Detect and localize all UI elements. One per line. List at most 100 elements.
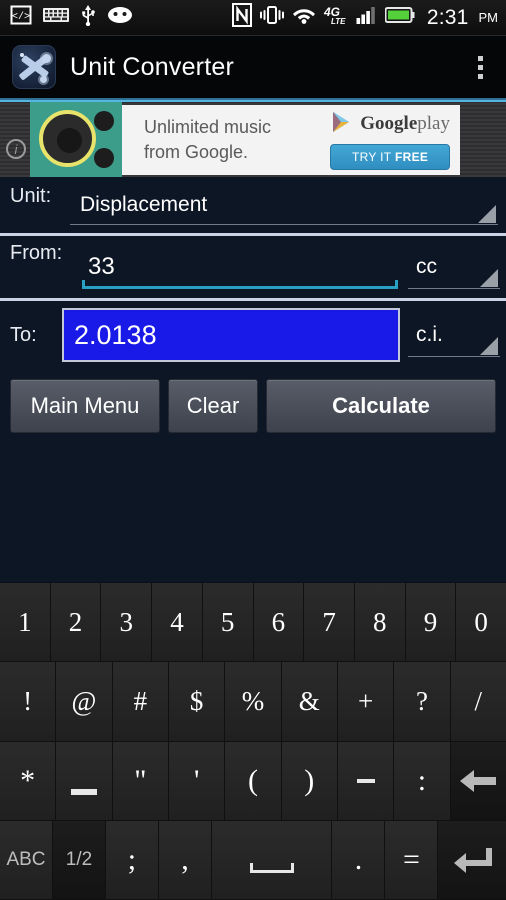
- key-hash[interactable]: #: [112, 662, 169, 742]
- key-at[interactable]: @: [56, 662, 113, 742]
- key-abc[interactable]: ABC: [0, 820, 53, 900]
- on-screen-keyboard[interactable]: 1 2 3 4 5 6 7 8 9 0 ! @ # $ % & + ? / * …: [0, 582, 506, 900]
- usb-icon: [80, 4, 96, 31]
- key-1[interactable]: 1: [0, 583, 51, 663]
- spinner-triangle-icon: [478, 205, 496, 223]
- key-space[interactable]: [211, 820, 333, 900]
- to-unit-spinner[interactable]: c.i.: [408, 313, 500, 357]
- ad-headline-line2: from Google.: [144, 141, 249, 162]
- from-input-underline: [82, 280, 398, 289]
- ad-brand-suffix: play: [417, 113, 450, 134]
- overflow-menu-icon[interactable]: [464, 43, 496, 91]
- status-bar-right-icons: 4G LTE 2:31 PM: [231, 3, 499, 32]
- spinner-triangle-icon: [480, 269, 498, 287]
- speaker-record-icon: [30, 102, 122, 177]
- to-row: To: 2.0138 c.i.: [0, 301, 506, 369]
- from-row: From: 33 cc: [0, 236, 506, 298]
- to-result-value: 2.0138: [74, 319, 157, 350]
- ad-headline-line1: Unlimited music: [144, 117, 272, 138]
- keyboard-row-1: 1 2 3 4 5 6 7 8 9 0: [0, 583, 506, 663]
- from-input[interactable]: 33: [78, 245, 402, 289]
- to-label: To:: [10, 323, 37, 346]
- try-it-free-button[interactable]: TRY IT FREE: [330, 143, 450, 170]
- action-bar: Unit Converter: [0, 36, 506, 98]
- ad-content[interactable]: Unlimited music from Google. Googleplay …: [122, 104, 460, 175]
- key-single-quote[interactable]: ': [168, 741, 226, 821]
- from-unit-spinner[interactable]: cc: [408, 245, 500, 289]
- key-exclamation[interactable]: !: [0, 662, 57, 742]
- unit-spinner[interactable]: Displacement: [70, 185, 498, 225]
- svg-text:</>: </>: [12, 11, 30, 23]
- key-period[interactable]: .: [332, 820, 386, 900]
- key-colon[interactable]: :: [394, 741, 451, 821]
- ad-headline: Unlimited music from Google.: [144, 115, 271, 164]
- key-8[interactable]: 8: [354, 583, 406, 663]
- key-page-toggle[interactable]: 1/2: [52, 820, 106, 900]
- key-backspace[interactable]: [450, 741, 506, 821]
- keyboard-icon: [43, 7, 69, 28]
- status-bar-ampm: PM: [478, 10, 499, 25]
- status-bar-left-icons: </>: [10, 4, 133, 31]
- wifi-icon: [292, 5, 316, 30]
- cta-light: FREE: [395, 149, 429, 164]
- key-double-quote[interactable]: ": [112, 741, 169, 821]
- key-comma[interactable]: ,: [158, 820, 212, 900]
- to-unit-value: c.i.: [416, 322, 443, 346]
- google-play-triangle-icon: [330, 110, 354, 139]
- unit-selected-value: Displacement: [80, 192, 208, 216]
- key-semicolon[interactable]: ;: [105, 820, 159, 900]
- key-close-paren[interactable]: ): [281, 741, 338, 821]
- key-2[interactable]: 2: [50, 583, 102, 663]
- wrench-tools-icon: [12, 45, 56, 89]
- unit-row: Unit: Displacement: [0, 177, 506, 233]
- phone-screen: </> 4G LTE 2:31 PM Unit Converter i Unli…: [0, 0, 506, 900]
- key-hyphen[interactable]: [337, 741, 395, 821]
- ad-banner[interactable]: i Unlimited music from Google. Googlepla…: [0, 102, 506, 177]
- spinner-triangle-icon: [480, 337, 498, 355]
- key-enter[interactable]: [438, 820, 506, 900]
- key-open-paren[interactable]: (: [225, 741, 282, 821]
- code-brackets-icon: </>: [10, 4, 32, 31]
- keyboard-row-2: ! @ # $ % & + ? /: [0, 662, 506, 742]
- key-slash[interactable]: /: [450, 662, 506, 742]
- key-question[interactable]: ?: [394, 662, 451, 742]
- from-unit-value: cc: [416, 254, 437, 278]
- button-bar: Main Menu Clear Calculate: [0, 369, 506, 433]
- calculate-button[interactable]: Calculate: [266, 379, 496, 433]
- svg-text:LTE: LTE: [331, 17, 346, 26]
- keyboard-row-3: * " ' ( ) :: [0, 741, 506, 821]
- status-bar: </> 4G LTE 2:31 PM: [0, 0, 506, 36]
- to-result-field[interactable]: 2.0138: [62, 308, 400, 362]
- unit-label: Unit:: [10, 185, 52, 207]
- keyboard-row-4: ABC 1/2 ; , . =: [0, 820, 506, 900]
- cta-strong: TRY IT: [352, 149, 392, 164]
- android-face-icon: [107, 6, 133, 29]
- key-5[interactable]: 5: [202, 583, 254, 663]
- key-asterisk[interactable]: *: [0, 741, 57, 821]
- key-underscore[interactable]: [56, 741, 113, 821]
- key-0[interactable]: 0: [456, 583, 506, 663]
- key-7[interactable]: 7: [304, 583, 355, 663]
- from-label: From:: [10, 242, 63, 264]
- key-equals[interactable]: =: [385, 820, 439, 900]
- key-4[interactable]: 4: [152, 583, 203, 663]
- info-icon[interactable]: i: [6, 138, 26, 159]
- status-bar-clock: 2:31: [426, 5, 469, 29]
- key-9[interactable]: 9: [405, 583, 457, 663]
- ad-brand-block: Googleplay TRY IT FREE: [330, 110, 450, 170]
- key-ampersand[interactable]: &: [281, 662, 338, 742]
- clear-button[interactable]: Clear: [168, 379, 258, 433]
- vibrate-icon: [259, 4, 285, 31]
- key-dollar[interactable]: $: [168, 662, 226, 742]
- battery-icon: [384, 6, 415, 29]
- main-menu-button[interactable]: Main Menu: [10, 379, 160, 433]
- signal-bars-icon: [356, 5, 378, 30]
- nfc-icon: [231, 3, 252, 32]
- page-title: Unit Converter: [70, 52, 234, 81]
- key-percent[interactable]: %: [225, 662, 282, 742]
- key-plus[interactable]: +: [337, 662, 395, 742]
- converter-form: Unit: Displacement From: 33 cc To: 2.013…: [0, 177, 506, 433]
- key-3[interactable]: 3: [101, 583, 153, 663]
- from-input-value: 33: [88, 253, 115, 280]
- key-6[interactable]: 6: [253, 583, 305, 663]
